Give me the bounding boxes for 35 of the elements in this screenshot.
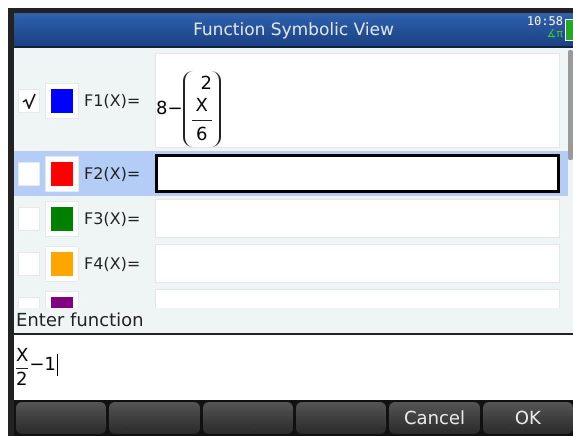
clock-time: 10:58: [526, 14, 563, 28]
check-mark-icon: [22, 92, 36, 108]
function-row[interactable]: F3(X)=: [14, 196, 568, 241]
checkbox[interactable]: [18, 88, 40, 112]
softkey-button[interactable]: [16, 402, 106, 434]
function-label: F1(X)=: [84, 91, 142, 110]
softkey-button[interactable]: [296, 402, 386, 434]
battery-icon: [565, 19, 573, 41]
function-row[interactable]: F2(X)=: [14, 151, 568, 196]
softkey-button[interactable]: [202, 402, 293, 434]
checkbox[interactable]: [18, 206, 40, 230]
color-picker[interactable]: [45, 246, 79, 282]
window-title: Function Symbolic View: [193, 20, 394, 40]
expression-field[interactable]: 8− 2 X 6: [155, 53, 560, 148]
softkey-button[interactable]: Cancel: [389, 402, 480, 434]
function-row[interactable]: F4(X)=: [14, 241, 568, 286]
expression-term: −1: [29, 354, 56, 375]
scrollbar[interactable]: [568, 50, 573, 160]
text-cursor: [56, 354, 58, 376]
color-picker[interactable]: [45, 82, 79, 118]
function-row[interactable]: F1(X)= 8− 2 X 6: [14, 50, 568, 151]
checkbox[interactable]: [18, 252, 40, 276]
checkbox[interactable]: [18, 162, 40, 186]
expression-field[interactable]: [155, 154, 560, 193]
expression-term: 8−: [156, 98, 183, 119]
fraction: X 2: [16, 345, 28, 390]
function-label: F4(X)=: [84, 254, 142, 273]
softkey-button[interactable]: OK: [482, 402, 573, 434]
color-picker[interactable]: [45, 156, 79, 192]
function-label: F3(X)=: [84, 209, 142, 228]
function-label: F2(X)=: [84, 164, 142, 183]
color-picker[interactable]: [45, 200, 79, 236]
softkey-button[interactable]: [109, 402, 200, 434]
angle-mode-indicator: ∡π: [546, 28, 563, 40]
parenthesized-fraction: 2 X 6: [182, 70, 221, 146]
